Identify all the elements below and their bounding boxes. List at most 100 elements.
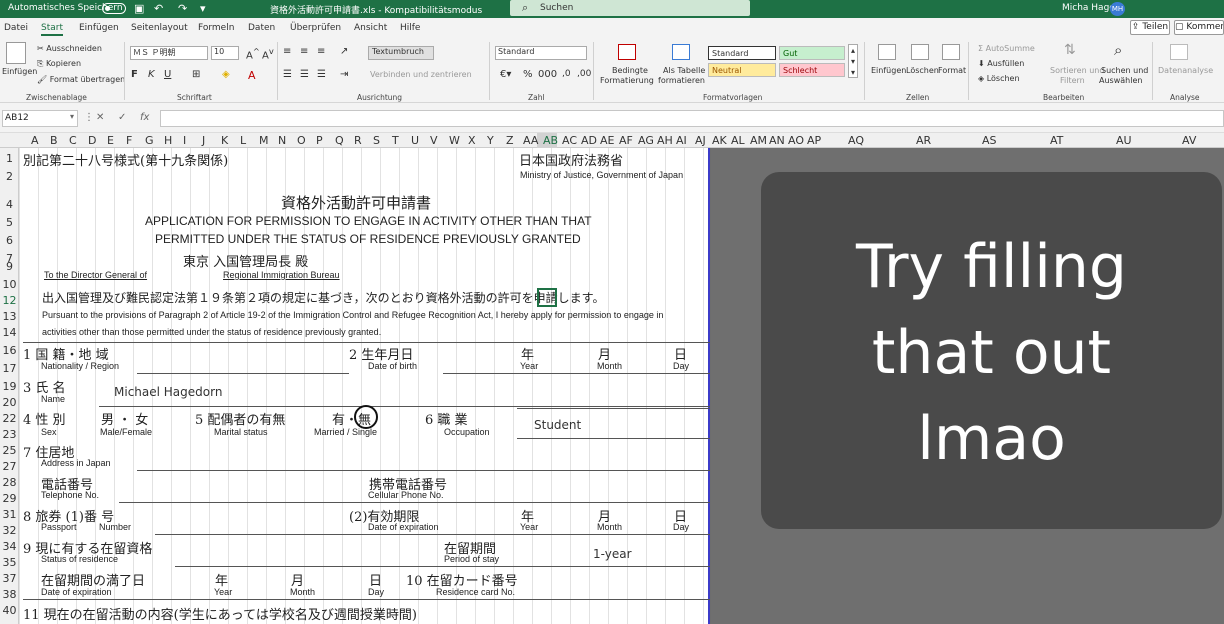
styles-scroll-icon[interactable]: ▴ ▾ ▾ xyxy=(848,44,858,78)
column-header-ai[interactable]: AI xyxy=(676,134,687,147)
column-header-l[interactable]: L xyxy=(240,134,246,147)
user-name[interactable]: Micha Hage xyxy=(1062,3,1115,13)
column-header-al[interactable]: AL xyxy=(731,134,745,147)
row-header-2[interactable]: 2 xyxy=(0,170,19,183)
worksheet[interactable]: 別記第二十八号様式(第十九条関係) 日本国政府法務省 Ministry of J… xyxy=(19,148,710,624)
confirm-icon[interactable]: ✓ xyxy=(118,112,126,123)
row-header-27[interactable]: 27 xyxy=(0,460,19,473)
row-header-25[interactable]: 25 xyxy=(0,444,19,457)
sort-filter-button-2[interactable]: Filtern xyxy=(1060,76,1085,85)
align-middle-icon[interactable]: ≡ xyxy=(300,46,308,57)
tab-einfuegen[interactable]: Einfügen xyxy=(79,23,119,33)
font-grow-icon[interactable]: A^ xyxy=(246,46,260,61)
column-header-r[interactable]: R xyxy=(354,134,362,147)
column-header-am[interactable]: AM xyxy=(750,134,767,147)
style-bad[interactable]: Schlecht xyxy=(779,63,845,77)
comments-button[interactable]: ▢ Kommentare xyxy=(1174,20,1224,35)
occupation-value[interactable]: Student xyxy=(534,418,581,432)
row-header-17[interactable]: 17 xyxy=(0,362,19,375)
formula-input[interactable] xyxy=(160,110,1224,127)
font-size-select[interactable]: 10 xyxy=(211,46,239,60)
style-standard[interactable]: Standard xyxy=(708,46,776,60)
column-header-an[interactable]: AN xyxy=(769,134,785,147)
format-as-table-button[interactable]: Als Tabelle xyxy=(663,66,705,75)
bold-icon[interactable]: F xyxy=(131,69,138,80)
column-header-ab[interactable]: AB xyxy=(543,134,558,147)
tab-datei[interactable]: Datei xyxy=(4,23,28,33)
column-header-x[interactable]: X xyxy=(468,134,476,147)
delete-cells-button[interactable]: Löschen xyxy=(906,66,939,75)
avatar[interactable]: MH xyxy=(1110,2,1125,16)
tab-ansicht[interactable]: Ansicht xyxy=(354,23,387,33)
format-as-table-button-2[interactable]: formatieren xyxy=(658,76,705,85)
row-header-5[interactable]: 5 xyxy=(0,216,19,229)
column-header-o[interactable]: O xyxy=(297,134,306,147)
row-header-40[interactable]: 40 xyxy=(0,604,19,617)
name-box-dropdown-icon[interactable]: ▾ xyxy=(70,112,74,121)
row-header-13[interactable]: 13 xyxy=(0,310,19,323)
column-header-v[interactable]: V xyxy=(430,134,438,147)
column-header-aq[interactable]: AQ xyxy=(848,134,864,147)
format-painter-button[interactable]: 🖌 Format übertragen xyxy=(37,75,125,84)
column-header-d[interactable]: D xyxy=(88,134,96,147)
tab-ueberpruefen[interactable]: Überprüfen xyxy=(290,23,341,33)
conditional-format-button[interactable]: Bedingte xyxy=(612,66,648,75)
format-cells-button[interactable]: Format xyxy=(938,66,966,75)
insert-function-icon[interactable]: fx xyxy=(140,112,149,123)
row-header-28[interactable]: 28 xyxy=(0,476,19,489)
share-button[interactable]: ⇪ Teilen xyxy=(1130,20,1170,35)
sort-filter-button[interactable]: Sortieren und xyxy=(1050,66,1104,75)
column-header-k[interactable]: K xyxy=(221,134,228,147)
period-value[interactable]: 1-year xyxy=(593,547,632,561)
column-header-ae[interactable]: AE xyxy=(600,134,614,147)
column-header-ao[interactable]: AO xyxy=(788,134,804,147)
row-header-22[interactable]: 22 xyxy=(0,412,19,425)
fill-button[interactable]: ⬇ Ausfüllen xyxy=(978,59,1024,68)
align-right-icon[interactable]: ☰ xyxy=(317,69,326,80)
find-select-button[interactable]: Suchen und xyxy=(1101,66,1148,75)
font-name-select[interactable]: ＭＳ Ｐ明朝 xyxy=(130,46,208,60)
percent-icon[interactable]: % xyxy=(523,69,533,80)
row-header-37[interactable]: 37 xyxy=(0,572,19,585)
column-header-u[interactable]: U xyxy=(411,134,419,147)
data-analysis-button[interactable]: Datenanalyse xyxy=(1158,66,1213,75)
column-header-aa[interactable]: AA xyxy=(523,134,538,147)
row-header-35[interactable]: 35 xyxy=(0,556,19,569)
search-box[interactable]: ⌕ Suchen xyxy=(510,0,750,16)
align-bottom-icon[interactable]: ≡ xyxy=(317,46,325,57)
row-header-31[interactable]: 31 xyxy=(0,508,19,521)
undo-icon[interactable]: ↶ xyxy=(154,2,163,15)
column-header-av[interactable]: AV xyxy=(1182,134,1196,147)
font-shrink-icon[interactable]: Av xyxy=(262,46,274,61)
row-header-10[interactable]: 10 xyxy=(0,278,19,291)
column-header-at[interactable]: AT xyxy=(1050,134,1063,147)
align-top-icon[interactable]: ≡ xyxy=(283,46,291,57)
column-header-f[interactable]: F xyxy=(126,134,132,147)
copy-button[interactable]: ⎘ Kopieren xyxy=(37,59,81,69)
column-header-b[interactable]: B xyxy=(50,134,58,147)
column-header-j[interactable]: J xyxy=(202,134,205,147)
row-header-23[interactable]: 23 xyxy=(0,428,19,441)
thousands-icon[interactable]: 000 xyxy=(538,69,557,80)
underline-icon[interactable]: U xyxy=(164,69,171,80)
align-left-icon[interactable]: ☰ xyxy=(283,69,292,80)
insert-cells-button[interactable]: Einfügen xyxy=(871,66,906,75)
row-header-20[interactable]: 20 xyxy=(0,396,19,409)
column-header-e[interactable]: E xyxy=(107,134,114,147)
column-header-ar[interactable]: AR xyxy=(916,134,931,147)
increase-decimal-icon[interactable]: ,0 xyxy=(562,69,571,79)
column-header-ac[interactable]: AC xyxy=(562,134,577,147)
row-header-38[interactable]: 38 xyxy=(0,588,19,601)
font-color-icon[interactable]: A xyxy=(248,69,256,82)
column-header-p[interactable]: P xyxy=(316,134,323,147)
row-header-34[interactable]: 34 xyxy=(0,540,19,553)
column-header-c[interactable]: C xyxy=(69,134,77,147)
clear-button[interactable]: ◈ Löschen xyxy=(978,74,1020,83)
tab-daten[interactable]: Daten xyxy=(248,23,275,33)
column-header-au[interactable]: AU xyxy=(1116,134,1132,147)
align-center-icon[interactable]: ☰ xyxy=(300,69,309,80)
column-header-ak[interactable]: AK xyxy=(712,134,727,147)
column-header-y[interactable]: Y xyxy=(487,134,494,147)
tab-seitenlayout[interactable]: Seitenlayout xyxy=(131,23,188,33)
column-header-g[interactable]: G xyxy=(145,134,154,147)
